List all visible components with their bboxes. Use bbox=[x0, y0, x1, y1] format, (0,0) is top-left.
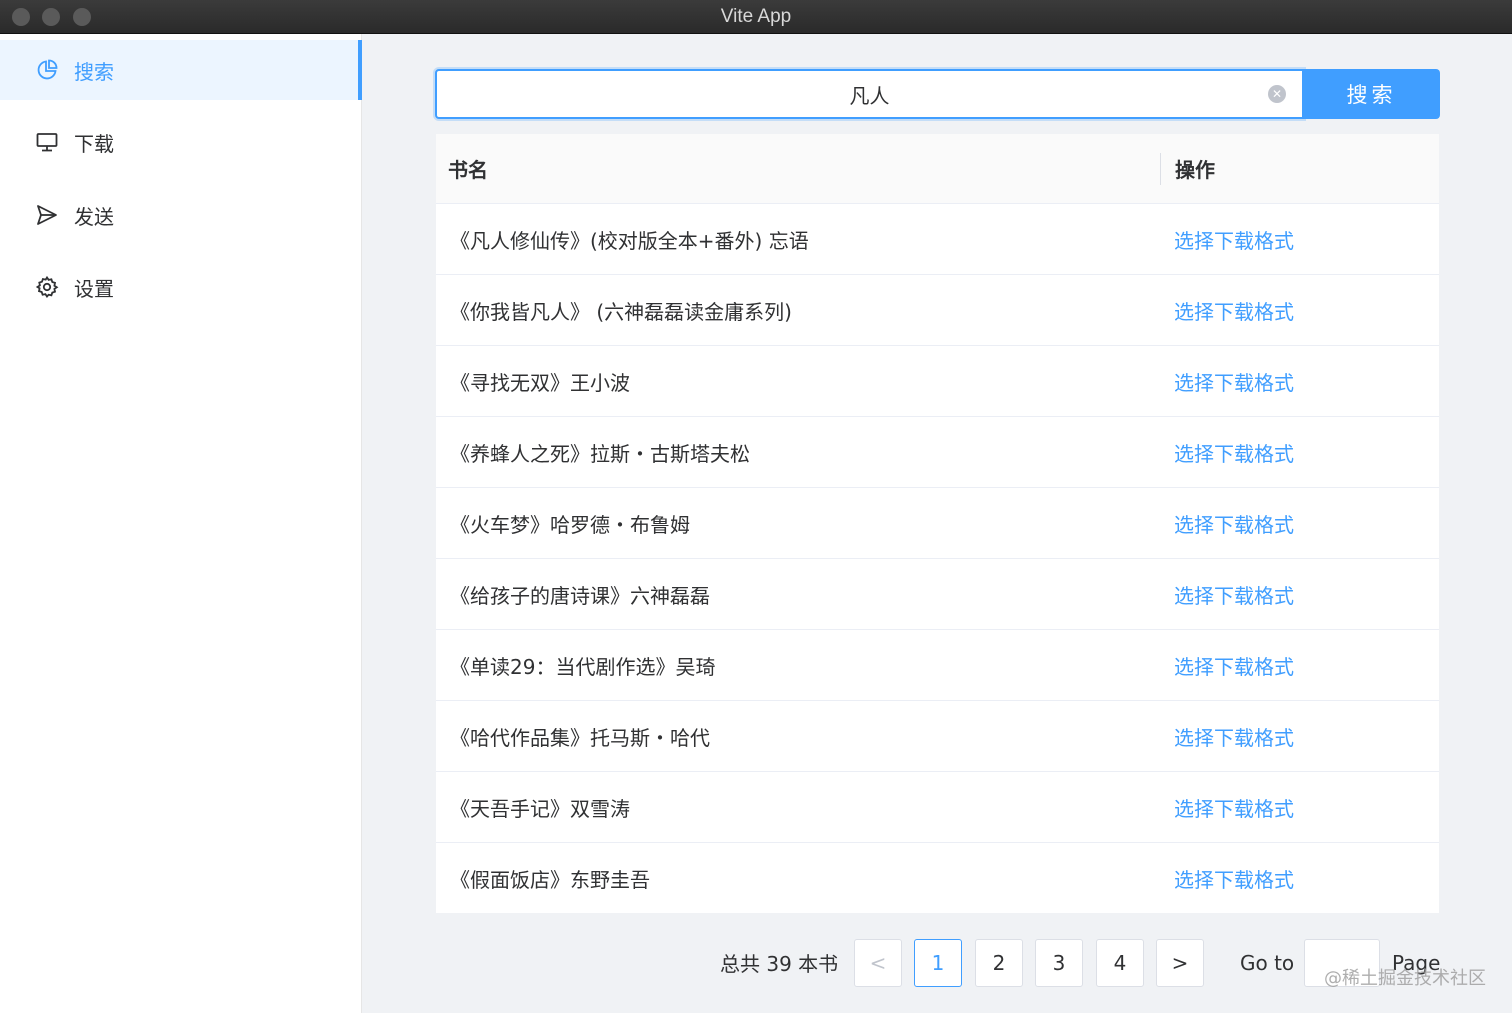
column-header-name: 书名 bbox=[448, 158, 488, 182]
sidebar-item-download[interactable]: 下载 bbox=[0, 112, 362, 172]
book-name: 《给孩子的唐诗课》六神磊磊 bbox=[450, 583, 710, 608]
book-name: 《单读29：当代剧作选》吴琦 bbox=[450, 654, 716, 679]
table-row: 《凡人修仙传》(校对版全本+番外) 忘语 选择下载格式 bbox=[436, 204, 1439, 275]
sidebar-item-send[interactable]: 发送 bbox=[0, 185, 362, 245]
column-header-operation: 操作 bbox=[1175, 158, 1215, 182]
select-format-link[interactable]: 选择下载格式 bbox=[1161, 509, 1294, 538]
next-page-button[interactable]: > bbox=[1156, 939, 1204, 987]
select-format-link[interactable]: 选择下载格式 bbox=[1161, 296, 1294, 325]
book-name: 《火车梦》哈罗德・布鲁姆 bbox=[450, 512, 690, 537]
total-count: 总共 39 本书 bbox=[720, 952, 839, 976]
page-4-button[interactable]: 4 bbox=[1096, 939, 1144, 987]
sidebar-item-label: 发送 bbox=[74, 204, 114, 229]
table-row: 《养蜂人之死》拉斯・古斯塔夫松 选择下载格式 bbox=[436, 417, 1439, 488]
select-format-link[interactable]: 选择下载格式 bbox=[1161, 722, 1294, 751]
table-row: 《哈代作品集》托马斯・哈代 选择下载格式 bbox=[436, 701, 1439, 772]
sidebar-item-label: 搜索 bbox=[74, 59, 114, 84]
clear-icon[interactable]: ✕ bbox=[1268, 85, 1286, 103]
book-name: 《天吾手记》双雪涛 bbox=[450, 796, 630, 821]
pie-chart-icon bbox=[34, 57, 60, 83]
sidebar-item-settings[interactable]: 设置 bbox=[0, 257, 362, 317]
table-row: 《给孩子的唐诗课》六神磊磊 选择下载格式 bbox=[436, 559, 1439, 630]
monitor-icon bbox=[34, 129, 60, 155]
search-bar: ✕ 搜索 bbox=[435, 69, 1440, 119]
select-format-link[interactable]: 选择下载格式 bbox=[1161, 580, 1294, 609]
table-row: 《寻找无双》王小波 选择下载格式 bbox=[436, 346, 1439, 417]
search-input[interactable] bbox=[437, 71, 1302, 117]
search-input-box: ✕ bbox=[435, 69, 1304, 119]
select-format-link[interactable]: 选择下载格式 bbox=[1161, 438, 1294, 467]
prev-page-button[interactable]: < bbox=[854, 939, 902, 987]
book-name: 《寻找无双》王小波 bbox=[450, 370, 630, 395]
page-2-button[interactable]: 2 bbox=[975, 939, 1023, 987]
title-bar: Vite App bbox=[0, 0, 1512, 34]
book-name: 《假面饭店》东野圭吾 bbox=[450, 868, 650, 892]
sidebar-item-search[interactable]: 搜索 bbox=[0, 40, 362, 100]
select-format-link[interactable]: 选择下载格式 bbox=[1161, 793, 1294, 822]
table-row: 《你我皆凡人》 (六神磊磊读金庸系列) 选择下载格式 bbox=[436, 275, 1439, 346]
watermark: @稀土掘金技术社区 bbox=[1324, 968, 1486, 989]
gear-icon bbox=[34, 274, 60, 300]
table-header: 书名 操作 bbox=[436, 134, 1439, 204]
send-icon bbox=[34, 202, 60, 228]
select-format-link[interactable]: 选择下载格式 bbox=[1161, 651, 1294, 680]
book-name: 《哈代作品集》托马斯・哈代 bbox=[450, 725, 710, 750]
book-name: 《凡人修仙传》(校对版全本+番外) 忘语 bbox=[450, 228, 809, 253]
select-format-link[interactable]: 选择下载格式 bbox=[1161, 225, 1294, 254]
table-row: 《火车梦》哈罗德・布鲁姆 选择下载格式 bbox=[436, 488, 1439, 559]
table-row: 《天吾手记》双雪涛 选择下载格式 bbox=[436, 772, 1439, 843]
book-table: 书名 操作 《凡人修仙传》(校对版全本+番外) 忘语 选择下载格式 《你我皆凡人… bbox=[436, 134, 1439, 913]
table-row: 《假面饭店》东野圭吾 选择下载格式 bbox=[436, 843, 1439, 914]
select-format-link[interactable]: 选择下载格式 bbox=[1161, 864, 1294, 893]
sidebar: 搜索 下载 发送 设置 bbox=[0, 34, 362, 1013]
select-format-link[interactable]: 选择下载格式 bbox=[1161, 367, 1294, 396]
table-row: 《单读29：当代剧作选》吴琦 选择下载格式 bbox=[436, 630, 1439, 701]
book-name: 《你我皆凡人》 (六神磊磊读金庸系列) bbox=[450, 299, 792, 324]
book-name: 《养蜂人之死》拉斯・古斯塔夫松 bbox=[450, 441, 750, 466]
sidebar-item-label: 下载 bbox=[74, 131, 114, 156]
goto-label: Go to bbox=[1240, 951, 1295, 975]
page-3-button[interactable]: 3 bbox=[1035, 939, 1083, 987]
search-button[interactable]: 搜索 bbox=[1303, 69, 1440, 119]
window-title: Vite App bbox=[720, 6, 792, 27]
sidebar-item-label: 设置 bbox=[74, 276, 114, 301]
page-1-button[interactable]: 1 bbox=[914, 939, 962, 987]
